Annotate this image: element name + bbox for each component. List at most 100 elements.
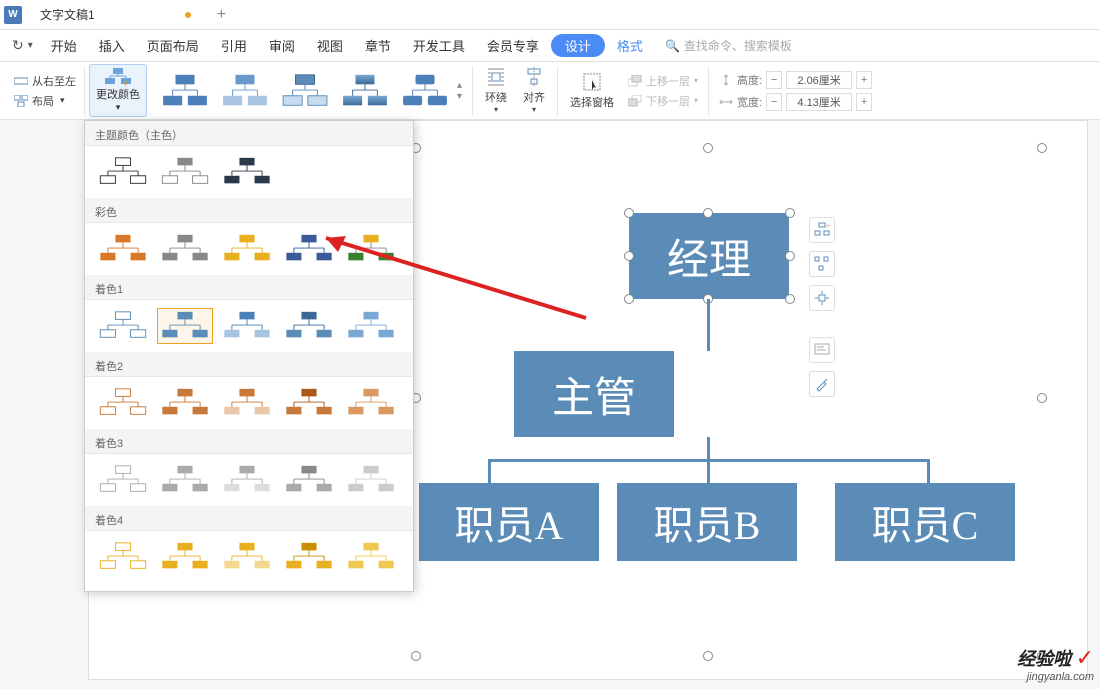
color-option-a2-3[interactable] (219, 385, 275, 421)
menu-home[interactable]: 开始 (41, 36, 87, 55)
document-tab[interactable]: 文字文稿1 (28, 0, 203, 29)
resize-handle[interactable] (1037, 143, 1047, 153)
color-option-a2-2[interactable] (157, 385, 213, 421)
width-icon (719, 96, 733, 108)
new-tab-button[interactable]: + (203, 6, 240, 24)
checkmark-icon: ✓ (1076, 645, 1094, 670)
menu-section[interactable]: 章节 (355, 36, 401, 55)
smartart-floating-toolbar: + (809, 217, 835, 397)
rotate-handle[interactable] (703, 143, 713, 153)
org-employee-a-node[interactable]: 职员A (419, 483, 599, 561)
node-handle[interactable] (785, 251, 795, 261)
node-handle[interactable] (624, 294, 634, 304)
height-input[interactable] (786, 71, 852, 89)
menu-references[interactable]: 引用 (211, 36, 257, 55)
gallery-more-button[interactable]: ▴▾ (457, 80, 462, 102)
resize-handle[interactable] (1037, 393, 1047, 403)
node-handle[interactable] (624, 208, 634, 218)
add-shape-button[interactable]: + (809, 217, 835, 243)
style-thumb-4[interactable] (337, 70, 393, 112)
wrap-label: 环绕 (485, 89, 507, 105)
reset-button[interactable] (809, 285, 835, 311)
select-pane-button[interactable]: 选择窗格 (562, 69, 622, 113)
color-option-a4-3[interactable] (219, 539, 275, 575)
menu-design[interactable]: 设计 (551, 34, 605, 57)
color-option-gray[interactable] (157, 154, 213, 190)
color-option-a3-3[interactable] (219, 462, 275, 498)
org-supervisor-node[interactable]: 主管 (514, 351, 674, 437)
bring-forward-label: 上移一层 (646, 73, 690, 89)
center-icon (814, 290, 830, 306)
menu-member[interactable]: 会员专享 (477, 36, 549, 55)
layout-label: 布局 (32, 93, 54, 109)
change-color-button[interactable]: 更改颜色▾ (89, 64, 147, 117)
color-option-a3-2[interactable] (157, 462, 213, 498)
color-option-c1[interactable] (95, 231, 151, 267)
height-dec-button[interactable]: − (766, 71, 782, 89)
bring-forward-button[interactable]: 上移一层▾ (628, 73, 698, 89)
text-pane-button[interactable] (809, 337, 835, 363)
menu-format[interactable]: 格式 (607, 36, 653, 55)
menu-insert[interactable]: 插入 (89, 36, 135, 55)
style-thumb-5[interactable] (397, 70, 453, 112)
color-option-a3-4[interactable] (281, 462, 337, 498)
node-handle[interactable] (624, 251, 634, 261)
menu-page-layout[interactable]: 页面布局 (137, 36, 209, 55)
menu-review[interactable]: 审阅 (259, 36, 305, 55)
search-box[interactable]: 🔍 查找命令、搜索模板 (665, 37, 792, 54)
node-handle[interactable] (703, 208, 713, 218)
color-option-dark[interactable] (219, 154, 275, 190)
color-option-a1-2-selected[interactable] (157, 308, 213, 344)
format-painter-button[interactable] (809, 371, 835, 397)
accent4-row (85, 531, 413, 583)
width-inc-button[interactable]: + (856, 93, 872, 111)
align-icon (524, 67, 544, 87)
color-option-a3-1[interactable] (95, 462, 151, 498)
height-inc-button[interactable]: + (856, 71, 872, 89)
color-option-a2-4[interactable] (281, 385, 337, 421)
org-employee-c-node[interactable]: 职员C (835, 483, 1015, 561)
node-handle[interactable] (785, 208, 795, 218)
send-backward-button[interactable]: 下移一层▾ (628, 93, 698, 109)
color-option-a4-4[interactable] (281, 539, 337, 575)
width-dec-button[interactable]: − (766, 93, 782, 111)
wrap-button[interactable]: 环绕▾ (477, 64, 515, 117)
color-option-a4-1[interactable] (95, 539, 151, 575)
org-employee-b-node[interactable]: 职员B (617, 483, 797, 561)
color-option-outline[interactable] (95, 154, 151, 190)
org-connector (707, 459, 710, 483)
color-option-a1-1[interactable] (95, 308, 151, 344)
style-thumb-3[interactable] (277, 70, 333, 112)
resize-handle[interactable] (411, 651, 421, 661)
width-label: 宽度: (737, 94, 762, 110)
node-handle[interactable] (785, 294, 795, 304)
style-thumb-2[interactable] (217, 70, 273, 112)
color-option-a2-5[interactable] (343, 385, 399, 421)
color-dropdown-panel: 主题颜色（主色） 彩色 着色1 着色2 着色3 着色4 (84, 120, 414, 592)
resize-handle[interactable] (703, 651, 713, 661)
color-option-c3[interactable] (219, 231, 275, 267)
rtl-button[interactable]: 从右至左 (14, 73, 76, 89)
color-option-a3-5[interactable] (343, 462, 399, 498)
layout-button-side[interactable] (809, 251, 835, 277)
color-option-c2[interactable] (157, 231, 213, 267)
org-manager-node[interactable]: 经理 (629, 213, 789, 299)
width-input[interactable] (786, 93, 852, 111)
color-option-a1-3[interactable] (219, 308, 275, 344)
accent2-row (85, 377, 413, 429)
height-label: 高度: (737, 72, 762, 88)
layout-button[interactable]: 布局▾ (14, 93, 76, 109)
color-option-a4-2[interactable] (157, 539, 213, 575)
hierarchy-plus-icon: + (814, 222, 830, 238)
dimension-group: 高度: − + 宽度: − + (713, 71, 878, 111)
unsaved-indicator-icon (185, 12, 191, 18)
color-option-a2-1[interactable] (95, 385, 151, 421)
align-button[interactable]: 对齐▾ (515, 64, 553, 117)
search-icon: 🔍 (665, 39, 680, 53)
style-thumb-1[interactable] (157, 70, 213, 112)
color-option-a4-5[interactable] (343, 539, 399, 575)
menu-dev[interactable]: 开发工具 (403, 36, 475, 55)
width-row: 宽度: − + (719, 93, 872, 111)
redo-button[interactable]: ↻ ▾ (6, 37, 39, 54)
menu-view[interactable]: 视图 (307, 36, 353, 55)
